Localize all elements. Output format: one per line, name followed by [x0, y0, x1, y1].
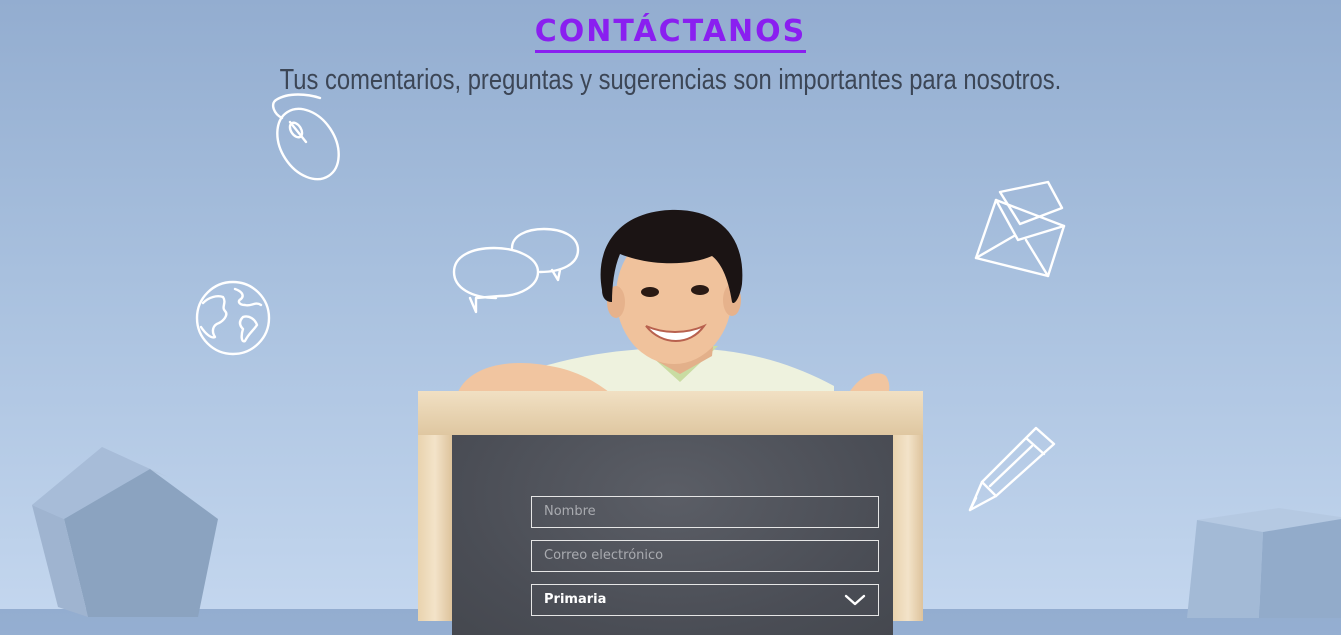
envelope-icon [974, 180, 1066, 278]
board-frame-top [418, 391, 923, 435]
globe-icon [195, 280, 271, 356]
chevron-down-icon [844, 594, 866, 606]
page-title: CONTÁCTANOS [534, 14, 807, 53]
decorative-pentagon-shape [32, 447, 218, 617]
name-field[interactable]: Nombre [531, 496, 879, 528]
mouse-icon [271, 93, 340, 181]
chalkboard: Nombre Correo electrónico Primaria [418, 391, 923, 635]
decorative-cube-shape [1187, 508, 1341, 618]
email-field[interactable]: Correo electrónico [531, 540, 879, 572]
chalkboard-surface: Nombre Correo electrónico Primaria [452, 435, 893, 635]
pencil-icon [968, 426, 1056, 512]
page-title-wrap: CONTÁCTANOS [0, 14, 1341, 53]
level-select[interactable]: Primaria [531, 584, 879, 616]
level-select-value: Primaria [544, 592, 607, 607]
